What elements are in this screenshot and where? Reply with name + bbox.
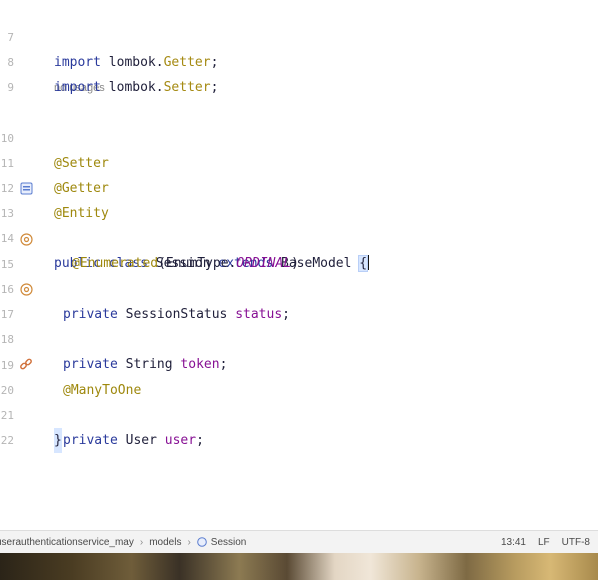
file-encoding[interactable]: UTF-8 xyxy=(562,537,590,548)
relation-link-icon[interactable] xyxy=(19,358,33,372)
close-brace: } xyxy=(54,428,62,453)
breadcrumb-item-session[interactable]: Session xyxy=(211,537,247,548)
status-bar: userauthenticationservice_may › models ›… xyxy=(0,530,598,553)
code-line[interactable]: 21 } xyxy=(0,378,598,453)
field-name: user xyxy=(164,433,197,448)
package-name: lombok. xyxy=(108,80,164,95)
code-line[interactable]: 15 private SessionStatus status; xyxy=(0,227,598,322)
code-text: private User user; xyxy=(63,428,204,453)
status-right-group: 13:41 LF UTF-8 xyxy=(501,531,590,553)
field-annotation-icon[interactable] xyxy=(19,232,33,246)
code-line[interactable]: 17 private String token; xyxy=(0,277,598,372)
class-ref: Setter xyxy=(163,80,211,95)
line-number: 22 xyxy=(0,434,14,447)
code-line[interactable]: 13 public class Session extends BaseMode… xyxy=(0,176,598,272)
code-line[interactable]: 20 private User user; xyxy=(0,353,598,448)
breadcrumb: userauthenticationservice_may › models ›… xyxy=(0,537,246,548)
code-line[interactable]: 18 xyxy=(0,302,598,346)
chevron-right-icon: › xyxy=(187,536,191,548)
keyword: import xyxy=(54,80,101,95)
video-overlay-strip xyxy=(0,553,598,580)
breadcrumb-item-models[interactable]: models xyxy=(149,537,181,548)
code-line[interactable]: 14 @Enumerated(EnumType.ORDINAL) xyxy=(0,201,598,271)
line-number: 9 xyxy=(7,81,14,94)
code-line[interactable]: 7 import lombok.Getter; xyxy=(0,0,598,70)
breadcrumb-item-project[interactable]: userauthenticationservice_may xyxy=(0,537,134,548)
code-line[interactable]: 16 xyxy=(0,252,598,296)
code-editor[interactable]: no usages 7 import lombok.Getter; 8 impo… xyxy=(0,0,598,530)
code-line[interactable]: 11 @Getter xyxy=(0,126,598,196)
chevron-right-icon: › xyxy=(139,536,144,548)
punctuation: ; xyxy=(196,433,204,448)
code-line[interactable]: 12 @Entity xyxy=(0,151,598,221)
code-line[interactable]: 10 @Setter xyxy=(0,101,598,171)
code-line[interactable]: 19 @ManyToOne xyxy=(0,328,598,398)
code-line[interactable]: 22 xyxy=(0,403,598,447)
punctuation: ; xyxy=(210,80,219,95)
type-name: User xyxy=(125,433,157,448)
field-annotation-icon[interactable] xyxy=(19,282,33,296)
cursor-position[interactable]: 13:41 xyxy=(501,537,526,548)
code-line[interactable]: 9 xyxy=(0,50,598,94)
breadcrumb-class-icon xyxy=(196,537,207,547)
line-separator[interactable]: LF xyxy=(538,537,550,548)
code-text: import lombok.Setter; xyxy=(54,75,218,100)
class-icon[interactable] xyxy=(19,181,33,195)
keyword: private xyxy=(63,433,118,448)
code-line[interactable]: 8 import lombok.Setter; xyxy=(0,25,598,95)
